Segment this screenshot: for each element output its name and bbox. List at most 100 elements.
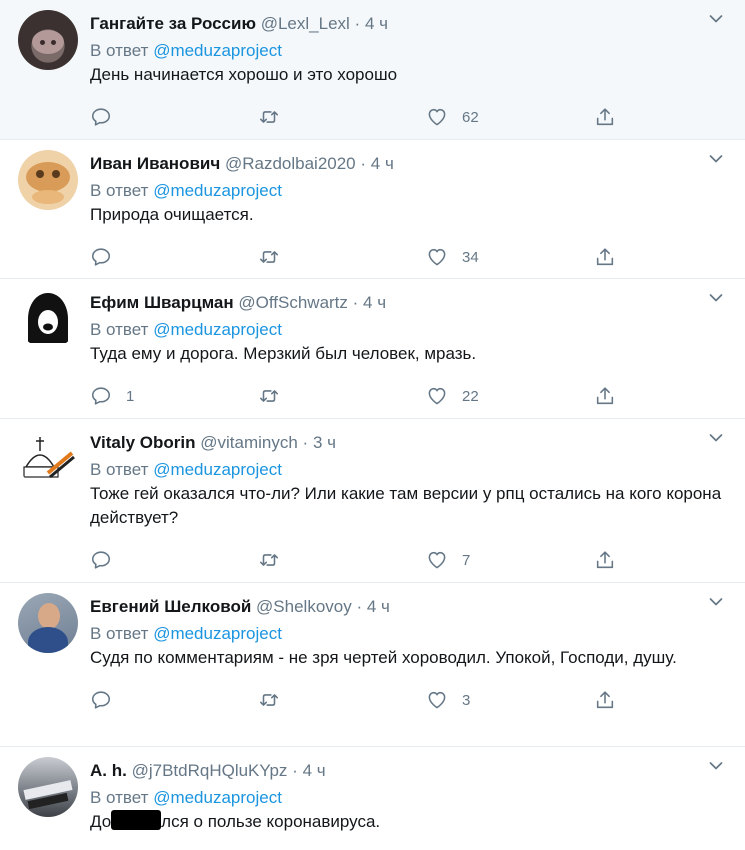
- like-button[interactable]: 22: [426, 385, 594, 407]
- share-button[interactable]: [594, 385, 616, 407]
- tweet[interactable]: Ефим Шварцман @OffSchwartz · 4 ч В ответ…: [0, 279, 745, 419]
- reply-context: В ответ @meduzaproject: [90, 459, 727, 481]
- avatar[interactable]: [18, 289, 78, 349]
- timestamp[interactable]: 3 ч: [313, 433, 336, 452]
- tweet-text: До лся о пользе коронавируса.: [90, 810, 727, 834]
- retweet-button[interactable]: [258, 689, 426, 711]
- reply-button[interactable]: [90, 246, 258, 268]
- user-handle[interactable]: @OffSchwartz: [238, 293, 348, 312]
- action-bar: 62: [90, 97, 727, 137]
- retweet-icon: [259, 111, 279, 123]
- tweet[interactable]: A. h. @j7BtdRqHQluKYpz · 4 ч В ответ @me…: [0, 747, 745, 850]
- reply-mention-link[interactable]: @meduzaproject: [153, 460, 282, 479]
- like-button[interactable]: 62: [426, 106, 594, 128]
- tweet[interactable]: Vitaly Oborin @vitaminych · 3 ч В ответ …: [0, 419, 745, 583]
- like-button[interactable]: 3: [426, 689, 594, 711]
- retweet-icon: [259, 251, 279, 263]
- separator-dot: ·: [356, 597, 363, 616]
- like-count: 22: [462, 387, 479, 405]
- like-count: 7: [462, 551, 471, 569]
- chevron-down-icon[interactable]: [709, 14, 723, 24]
- reply-mention-link[interactable]: @meduzaproject: [153, 320, 282, 339]
- share-button[interactable]: [594, 549, 616, 571]
- reply-context: В ответ @meduzaproject: [90, 319, 727, 341]
- retweet-icon: [259, 390, 279, 402]
- avatar[interactable]: [18, 757, 78, 817]
- reply-button[interactable]: [90, 549, 258, 571]
- chevron-down-icon[interactable]: [709, 761, 723, 771]
- avatar[interactable]: [18, 593, 78, 653]
- reply-button[interactable]: 1: [90, 385, 258, 407]
- reply-button[interactable]: [90, 106, 258, 128]
- avatar[interactable]: [18, 429, 78, 489]
- timestamp[interactable]: 4 ч: [371, 154, 394, 173]
- tweet[interactable]: Иван Иванович @Razdolbai2020 · 4 ч В отв…: [0, 140, 745, 279]
- timestamp[interactable]: 4 ч: [367, 597, 390, 616]
- heart-icon: [428, 108, 446, 126]
- tweet[interactable]: Гангайте за Россию @Lexl_Lexl · 4 ч В от…: [0, 0, 745, 140]
- reply-icon: [91, 551, 111, 569]
- retweet-button[interactable]: [258, 106, 426, 128]
- reply-mention-link[interactable]: @meduzaproject: [153, 181, 282, 200]
- reply-mention-link[interactable]: @meduzaproject: [153, 788, 282, 807]
- retweet-button[interactable]: [258, 549, 426, 571]
- separator-dot: ·: [302, 433, 309, 452]
- chevron-down-icon[interactable]: [709, 597, 723, 607]
- like-button[interactable]: 7: [426, 549, 594, 571]
- share-icon: [596, 387, 614, 405]
- share-button[interactable]: [594, 106, 616, 128]
- retweet-icon: [259, 554, 279, 566]
- user-handle[interactable]: @Razdolbai2020: [225, 154, 356, 173]
- heart-icon: [428, 691, 446, 709]
- action-bar: 1 22: [90, 376, 727, 416]
- tweet[interactable]: Евгений Шелковой @Shelkovoy · 4 ч В отве…: [0, 583, 745, 747]
- reply-prefix: В ответ: [90, 41, 149, 60]
- chevron-down-icon[interactable]: [709, 293, 723, 303]
- avatar[interactable]: [18, 10, 78, 70]
- tweet-text: День начинается хорошо и это хорошо: [90, 65, 398, 84]
- retweet-button[interactable]: [258, 246, 426, 268]
- user-handle[interactable]: @Shelkovoy: [256, 597, 352, 616]
- reply-context: В ответ @meduzaproject: [90, 623, 727, 645]
- display-name[interactable]: Иван Иванович: [90, 154, 220, 173]
- display-name[interactable]: A. h.: [90, 761, 127, 780]
- share-button[interactable]: [594, 246, 616, 268]
- share-button[interactable]: [594, 689, 616, 711]
- separator-dot: ·: [360, 154, 367, 173]
- display-name[interactable]: Евгений Шелковой: [90, 597, 251, 616]
- reply-prefix: В ответ: [90, 788, 149, 807]
- action-bar: 3: [90, 680, 727, 720]
- reply-icon: [91, 691, 111, 709]
- reply-button[interactable]: [90, 689, 258, 711]
- share-icon: [596, 248, 614, 266]
- action-bar: 7: [90, 540, 727, 580]
- user-handle[interactable]: @j7BtdRqHQluKYpz: [132, 761, 288, 780]
- user-handle[interactable]: @vitaminych: [200, 433, 298, 452]
- share-icon: [596, 551, 614, 569]
- reply-count: 1: [126, 387, 135, 405]
- display-name[interactable]: Ефим Шварцман: [90, 293, 234, 312]
- tweet-text: Тоже гей оказался что-ли? Или какие там …: [90, 484, 722, 527]
- retweet-button[interactable]: [258, 385, 426, 407]
- separator-dot: ·: [354, 14, 361, 33]
- reply-prefix: В ответ: [90, 460, 149, 479]
- user-handle[interactable]: @Lexl_Lexl: [261, 14, 350, 33]
- timestamp[interactable]: 4 ч: [365, 14, 388, 33]
- reply-icon: [91, 387, 111, 405]
- chevron-down-icon[interactable]: [709, 154, 723, 164]
- display-name[interactable]: Гангайте за Россию: [90, 14, 256, 33]
- reply-mention-link[interactable]: @meduzaproject: [153, 624, 282, 643]
- timestamp[interactable]: 4 ч: [363, 293, 386, 312]
- display-name[interactable]: Vitaly Oborin: [90, 433, 196, 452]
- reply-mention-link[interactable]: @meduzaproject: [153, 41, 282, 60]
- tweet-text-end: лся о пользе коронавируса.: [161, 812, 381, 831]
- chevron-down-icon[interactable]: [709, 433, 723, 443]
- reply-icon: [91, 248, 111, 266]
- like-count: 34: [462, 248, 479, 266]
- like-button[interactable]: 34: [426, 246, 594, 268]
- tweet-text: Судя по комментариям - не зря чертей хор…: [90, 648, 677, 667]
- reply-prefix: В ответ: [90, 320, 149, 339]
- avatar[interactable]: [18, 150, 78, 210]
- timestamp[interactable]: 4 ч: [303, 761, 326, 780]
- tweet-text-start: До: [90, 812, 112, 831]
